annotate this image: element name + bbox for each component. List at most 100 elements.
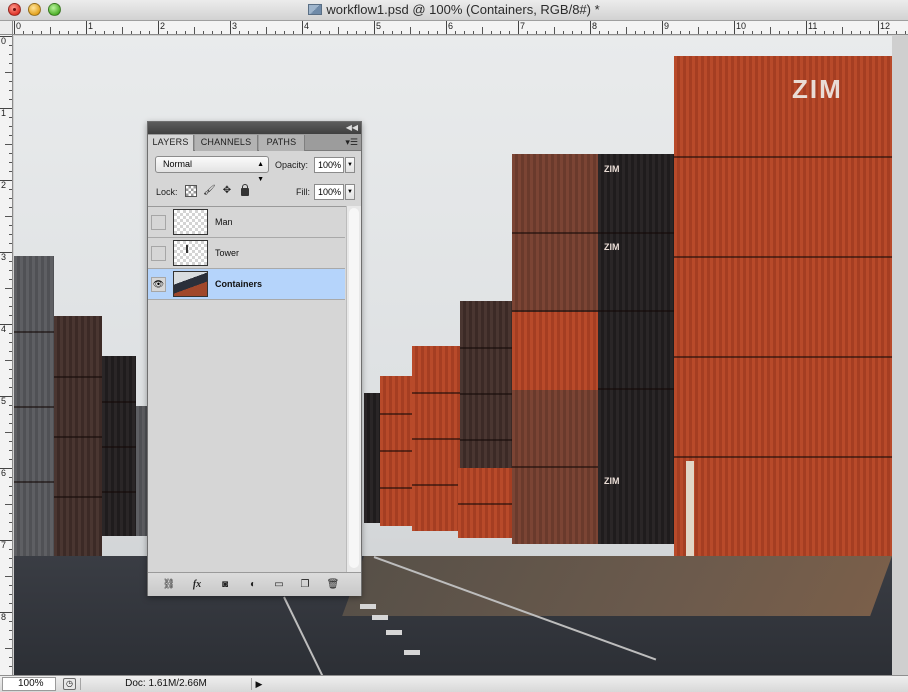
ruler-left-tick-3: 3	[1, 252, 7, 262]
new-group-folder-icon[interactable]: ▭	[270, 578, 288, 591]
sidewalk	[342, 556, 892, 616]
layers-scroll-thumb[interactable]	[349, 208, 359, 568]
container-door-label	[686, 461, 694, 561]
lane-dash-1	[360, 604, 376, 609]
lane-dash-4	[404, 650, 420, 655]
container-label-3: ZIM	[604, 476, 620, 486]
link-layers-icon[interactable]: ⛓	[160, 578, 178, 591]
document-size-info: Doc: 1.61M/2.66M	[80, 678, 252, 690]
layer-thumbnail-containers	[173, 271, 208, 297]
lock-all-padlock-icon[interactable]	[241, 184, 249, 196]
ruler-top-tick-1: 1	[88, 21, 94, 31]
lock-position-move-icon[interactable]: ✥	[221, 185, 233, 197]
ruler-left-tick-5: 5	[1, 396, 7, 406]
layer-thumbnail-tower	[173, 240, 208, 266]
adjustment-layer-icon[interactable]: ◐	[244, 578, 262, 591]
ruler-top-tick-3: 3	[232, 21, 238, 31]
vertical-ruler[interactable]: 0 1 2 3 4 5 6 7 8	[0, 35, 13, 676]
ruler-left-tick-2: 2	[1, 180, 7, 190]
ruler-left-tick-1: 1	[1, 108, 7, 118]
ruler-top-tick-5: 5	[376, 21, 382, 31]
ruler-left-tick-4: 4	[1, 324, 7, 334]
collapse-panel-icon[interactable]: ◀◀	[346, 122, 358, 134]
container-stack-mid-1	[364, 393, 380, 523]
layer-name-containers: Containers	[215, 279, 263, 289]
layer-thumbnail-man	[173, 209, 208, 235]
lock-label: Lock:	[156, 187, 178, 197]
layers-list: Man Tower 👁 Containers	[148, 206, 361, 572]
container-stack-left-3	[102, 356, 136, 536]
layers-panel-footer: ⛓ fx ◙ ◐ ▭ ❐ 🗑	[148, 572, 361, 596]
new-layer-icon[interactable]: ❐	[296, 578, 314, 591]
layer-name-man: Man	[215, 217, 233, 227]
document-canvas[interactable]: ZIM ZIM ZIM ZIM	[14, 36, 892, 675]
document-icon	[308, 4, 323, 15]
layer-row-man[interactable]: Man	[148, 207, 345, 238]
ruler-origin[interactable]	[0, 21, 13, 35]
container-stack-mid-2	[380, 376, 414, 526]
opacity-label: Opacity:	[275, 160, 309, 170]
ruler-top-tick-0: 0	[16, 21, 22, 31]
lock-transparent-pixels-icon[interactable]	[185, 185, 197, 197]
zoom-level-input[interactable]: 100%	[2, 677, 56, 691]
layers-scrollbar[interactable]	[346, 206, 361, 572]
ruler-left-tick-0: 0	[1, 36, 7, 46]
lane-dash-2	[372, 615, 388, 620]
container-stack-right: ZIM	[674, 56, 892, 591]
ruler-top-tick-2: 2	[160, 21, 166, 31]
horizontal-ruler[interactable]: 0 1 2 3 4 5 6 7 8 9 10 11 12	[13, 21, 908, 35]
fill-input[interactable]: 100%	[314, 184, 344, 200]
container-label-2: ZIM	[604, 242, 620, 252]
opacity-slider-button[interactable]: ▼	[345, 157, 355, 173]
window-title-wrap: workflow1.psd @ 100% (Containers, RGB/8#…	[0, 2, 908, 17]
tab-channels[interactable]: CHANNELS	[195, 135, 258, 151]
ruler-top-tick-8: 8	[592, 21, 598, 31]
ruler-top-tick-4: 4	[304, 21, 310, 31]
delete-layer-trash-icon[interactable]: 🗑	[324, 578, 342, 591]
panel-tabs: LAYERS CHANNELS PATHS ▾☰	[148, 134, 361, 151]
container-orange-center	[512, 312, 598, 390]
photoshop-document-window: workflow1.psd @ 100% (Containers, RGB/8#…	[0, 0, 908, 692]
container-stack-left-1	[14, 256, 54, 556]
status-options-icon[interactable]: ◷	[63, 678, 76, 690]
blend-mode-value: Normal	[163, 159, 193, 169]
status-menu-arrow-icon[interactable]: ▶	[254, 678, 264, 690]
title-bar[interactable]: workflow1.psd @ 100% (Containers, RGB/8#…	[0, 0, 908, 21]
visibility-toggle-man[interactable]	[151, 215, 166, 230]
lane-dash-3	[386, 630, 402, 635]
layer-row-tower[interactable]: Tower	[148, 238, 345, 269]
tab-paths[interactable]: PATHS	[259, 135, 305, 151]
layers-panel: ◀◀ LAYERS CHANNELS PATHS ▾☰ Normal ▲ ▼ Op…	[147, 121, 362, 596]
blend-mode-select[interactable]: Normal ▲ ▼	[155, 156, 269, 183]
layer-row-containers[interactable]: 👁 Containers	[148, 269, 345, 300]
add-mask-icon[interactable]: ◙	[216, 578, 234, 591]
panel-drag-bar[interactable]: ◀◀	[148, 122, 361, 134]
chevron-updown-icon: ▲ ▼	[257, 161, 264, 183]
lock-image-pixels-brush-icon[interactable]: 🖌	[203, 185, 216, 197]
ruler-top-tick-7: 7	[520, 21, 526, 31]
ruler-top-tick-6: 6	[448, 21, 454, 31]
ruler-left-tick-6: 6	[1, 468, 7, 478]
visibility-toggle-containers[interactable]: 👁	[151, 277, 166, 292]
container-label-4: ZIM	[792, 74, 843, 104]
tab-layers[interactable]: LAYERS	[148, 135, 194, 151]
ruler-left-tick-8: 8	[1, 612, 7, 622]
fill-slider-button[interactable]: ▼	[345, 184, 355, 200]
layer-name-tower: Tower	[215, 248, 240, 258]
status-bar: 100% ◷ Doc: 1.61M/2.66M ▶	[0, 675, 908, 692]
fill-label: Fill:	[296, 187, 310, 197]
ruler-top-tick-11: 11	[808, 21, 818, 31]
ruler-top-tick-10: 10	[736, 21, 747, 31]
window-title: workflow1.psd @ 100% (Containers, RGB/8#…	[326, 2, 600, 17]
container-bottom-center: ZIM	[598, 466, 674, 544]
ruler-top-tick-9: 9	[664, 21, 670, 31]
ruler-left-tick-7: 7	[1, 540, 7, 550]
panel-menu-icon[interactable]: ▾☰	[345, 137, 358, 147]
eye-icon: 👁	[152, 279, 165, 289]
container-label-1: ZIM	[604, 164, 620, 174]
container-stack-left-2	[54, 316, 102, 556]
visibility-toggle-tower[interactable]	[151, 246, 166, 261]
ruler-top-tick-12: 12	[880, 21, 891, 31]
opacity-input[interactable]: 100%	[314, 157, 344, 173]
layer-style-fx-icon[interactable]: fx	[188, 578, 206, 591]
